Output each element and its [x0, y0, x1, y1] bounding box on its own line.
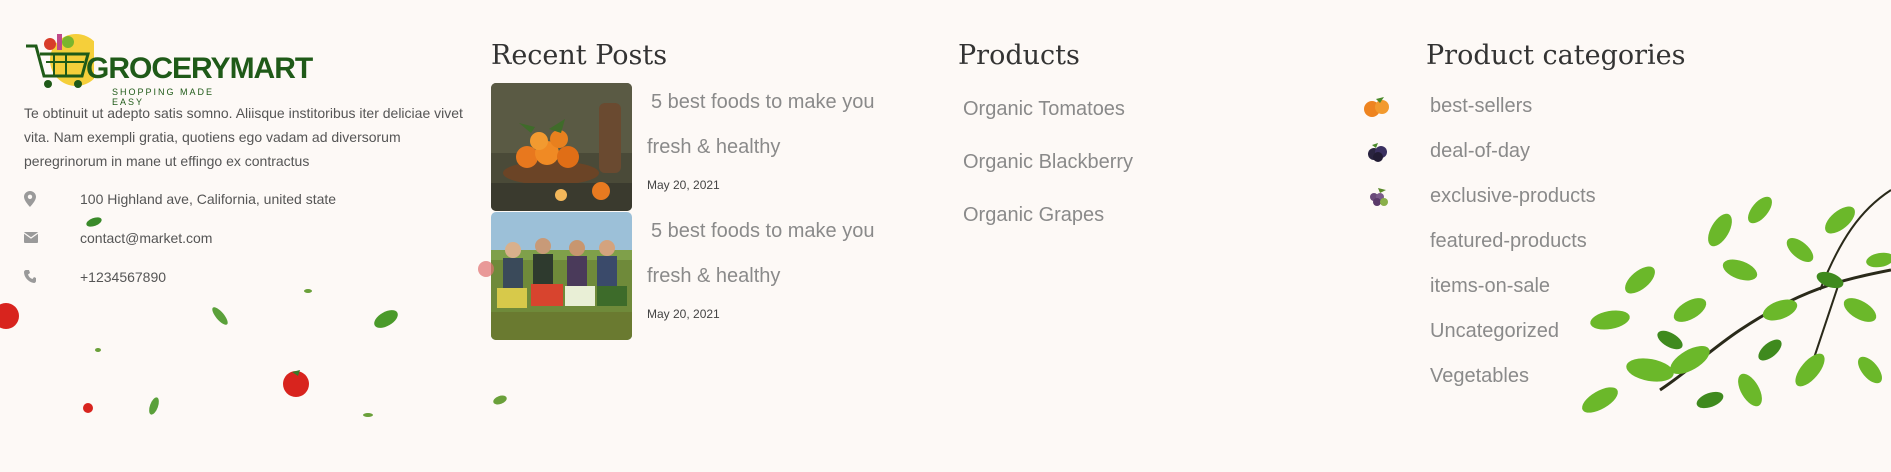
post-date: May 20, 2021	[647, 307, 720, 321]
category-label[interactable]: items-on-sale	[1430, 275, 1550, 298]
post-date: May 20, 2021	[647, 178, 720, 192]
category-label[interactable]: Vegetables	[1430, 365, 1529, 388]
cart-logo-icon	[26, 34, 94, 88]
category-item-deal-of-day[interactable]: deal-of-day	[1360, 138, 1660, 168]
grapes-icon	[1370, 188, 1388, 206]
brand-logo[interactable]: GROCERYMART SHOPPING MADE EASY	[24, 32, 313, 107]
products-heading: Products	[958, 40, 1080, 71]
tree-branch-decoration	[1582, 189, 1891, 413]
blackberry-icon	[1368, 143, 1387, 162]
category-label[interactable]: best-sellers	[1430, 95, 1532, 118]
about-text: Te obtinuit ut adepto satis somno. Aliis…	[24, 105, 463, 169]
post-thumbnail[interactable]	[491, 83, 632, 211]
category-label[interactable]: deal-of-day	[1430, 140, 1530, 163]
post-title-line2[interactable]: fresh & healthy	[647, 265, 780, 288]
falling-leaves-decoration	[0, 217, 507, 417]
post-title-line1[interactable]: 5 best foods to make you	[651, 91, 874, 114]
recent-posts-heading: Recent Posts	[491, 40, 668, 71]
post-title-line2[interactable]: fresh & healthy	[647, 136, 780, 159]
product-link-organic-grapes[interactable]: Organic Grapes	[963, 204, 1104, 227]
brand-name: GROCERYMART	[86, 52, 313, 85]
product-link-organic-tomatoes[interactable]: Organic Tomatoes	[963, 98, 1125, 121]
product-link-organic-blackberry[interactable]: Organic Blackberry	[963, 151, 1133, 174]
post-title-line1[interactable]: 5 best foods to make you	[651, 220, 874, 243]
post-item[interactable]: 5 best foods to make you fresh & healthy…	[491, 212, 911, 340]
post-item[interactable]: 5 best foods to make you fresh & healthy…	[491, 83, 911, 211]
orange-icon	[1364, 97, 1389, 117]
categories-heading: Product categories	[1426, 40, 1686, 71]
category-item-best-sellers[interactable]: best-sellers	[1360, 93, 1660, 123]
